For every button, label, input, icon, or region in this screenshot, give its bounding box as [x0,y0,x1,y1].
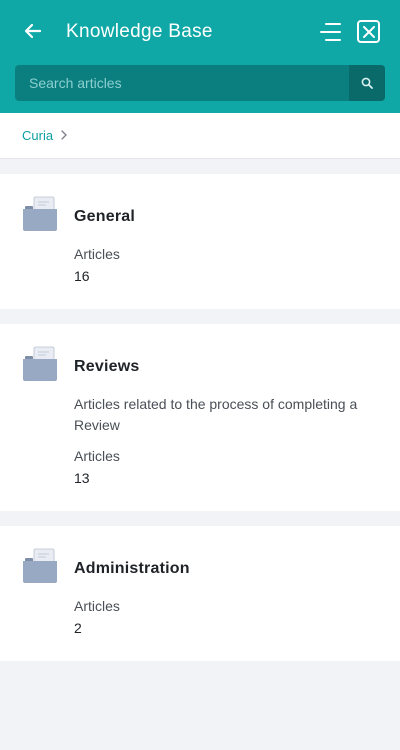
folder-icon [23,548,57,583]
category-card-reviews[interactable]: Reviews Articles related to the process … [0,324,400,511]
category-card-general[interactable]: General Articles 16 [0,174,400,309]
close-icon [362,25,375,38]
breadcrumb: Curia [0,113,400,159]
category-title: General [74,208,135,225]
search-icon [361,77,373,89]
articles-count: 2 [74,620,82,636]
articles-label: Articles [74,448,120,464]
back-button[interactable] [20,18,46,44]
articles-count: 13 [74,470,90,486]
articles-label: Articles [74,246,120,262]
search-input[interactable] [15,65,348,101]
app-header: Knowledge Base [0,0,400,113]
category-title: Administration [74,560,190,577]
category-card-administration[interactable]: Administration Articles 2 [0,526,400,661]
breadcrumb-item-curia[interactable]: Curia [22,128,53,143]
menu-lines-icon [320,23,341,41]
folder-icon [23,196,57,231]
menu-button[interactable] [318,20,342,44]
category-description: Articles related to the process of compl… [74,396,358,433]
folder-icon [23,346,57,381]
arrow-left-icon [24,23,42,39]
articles-count: 16 [74,268,90,284]
search-button[interactable] [349,65,385,101]
search-bar [15,65,385,101]
page-title: Knowledge Base [66,21,213,42]
chevron-right-icon [60,129,68,143]
close-button[interactable] [357,20,380,43]
category-title: Reviews [74,358,140,375]
articles-label: Articles [74,598,120,614]
